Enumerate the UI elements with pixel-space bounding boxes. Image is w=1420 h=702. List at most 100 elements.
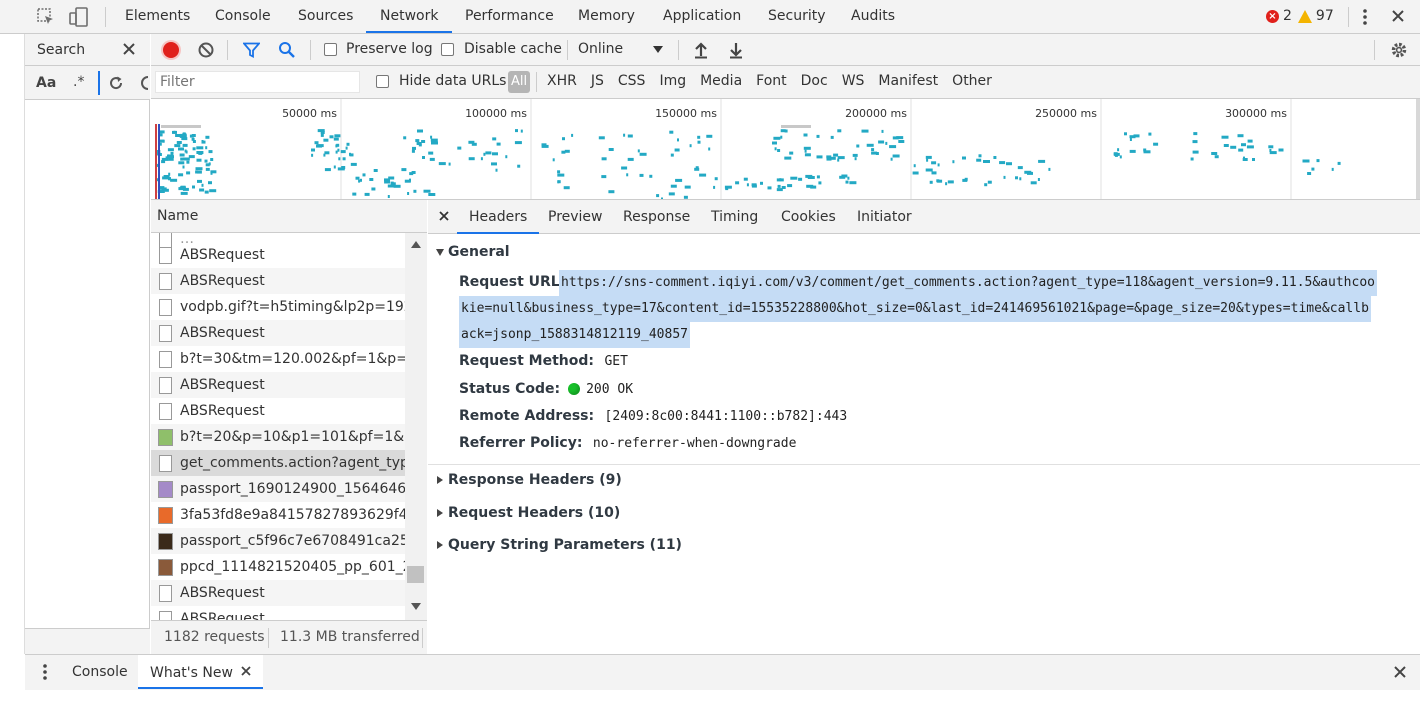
drawer-tab-console[interactable]: Console: [72, 664, 128, 680]
waterfall-dot: [852, 153, 858, 157]
scrollbar-thumb[interactable]: [407, 566, 424, 583]
filter-type-all[interactable]: All: [508, 71, 530, 93]
import-har-icon[interactable]: [693, 41, 709, 59]
table-row[interactable]: ABSRequest: [151, 606, 405, 620]
table-row[interactable]: get_comments.action?agent_type.: [151, 450, 405, 476]
table-row[interactable]: b?t=20&p=10&p1=101&pf=1&pa: [151, 424, 405, 450]
drawer-menu-icon[interactable]: [43, 664, 47, 680]
clear-search-icon[interactable]: [140, 75, 150, 91]
tab-application[interactable]: Application: [663, 0, 741, 33]
disable-cache-checkbox[interactable]: [441, 43, 454, 56]
table-row[interactable]: b?t=30&tm=120.002&pf=1&p=10: [151, 346, 405, 372]
waterfall-dot: [945, 182, 948, 186]
general-section-toggle[interactable]: General: [436, 244, 510, 260]
request-headers-toggle[interactable]: Request Headers (10): [437, 505, 620, 521]
waterfall-dot: [314, 141, 319, 145]
table-row[interactable]: ABSRequest: [151, 580, 405, 606]
filter-type-js[interactable]: JS: [591, 73, 604, 89]
close-detail-icon[interactable]: [438, 210, 450, 222]
tab-elements[interactable]: Elements: [125, 0, 190, 33]
waterfall-dot: [1247, 139, 1253, 143]
table-row[interactable]: passport_c5f96c7e6708491ca2529: [151, 528, 405, 554]
filter-type-ws[interactable]: WS: [842, 73, 865, 89]
tab-performance[interactable]: Performance: [465, 0, 554, 33]
status-code-row: Status Code: 200 OK: [459, 381, 633, 397]
tab-cookies[interactable]: Cookies: [781, 200, 836, 234]
table-row[interactable]: 3fa53fd8e9a84157827893629f472: [151, 502, 405, 528]
scroll-up-icon[interactable]: [411, 241, 421, 248]
filter-type-other[interactable]: Other: [952, 73, 992, 89]
throttling-dropdown-icon[interactable]: [653, 46, 663, 53]
match-case-toggle[interactable]: Aa: [36, 75, 56, 91]
more-options-icon[interactable]: [1357, 6, 1373, 28]
tab-preview[interactable]: Preview: [548, 200, 603, 234]
tab-initiator[interactable]: Initiator: [857, 200, 912, 234]
search-panel: Search Aa .*: [25, 34, 150, 654]
table-row[interactable]: passport_1690124900_156464682.: [151, 476, 405, 502]
name-column-header[interactable]: Name: [157, 208, 198, 224]
table-row[interactable]: ppcd_1114821520405_pp_601_270: [151, 554, 405, 580]
tab-timing[interactable]: Timing: [711, 200, 758, 234]
tab-console[interactable]: Console: [215, 0, 271, 33]
table-row[interactable]: ABSRequest: [151, 372, 405, 398]
tab-headers[interactable]: Headers: [457, 200, 540, 234]
table-row[interactable]: ABSRequest: [151, 268, 405, 294]
device-toolbar-icon[interactable]: [68, 6, 90, 28]
filter-type-manifest[interactable]: Manifest: [878, 73, 938, 89]
remote-address-value: [2409:8c00:8441:1100::b782]:443: [604, 409, 848, 424]
request-url-line-3[interactable]: ack=jsonp_1588314812119_40857: [459, 322, 690, 348]
request-list-scrollbar[interactable]: [405, 233, 427, 620]
hide-data-urls-checkbox[interactable]: [376, 75, 389, 88]
search-icon[interactable]: [278, 41, 296, 59]
close-devtools-icon[interactable]: [1390, 8, 1406, 24]
waterfall-dot: [805, 174, 813, 178]
close-search-icon[interactable]: [122, 42, 136, 56]
filter-type-img[interactable]: Img: [659, 73, 686, 89]
response-headers-toggle[interactable]: Response Headers (9): [437, 472, 622, 488]
filter-type-media[interactable]: Media: [700, 73, 742, 89]
close-drawer-icon[interactable]: [1393, 665, 1407, 679]
query-string-toggle[interactable]: Query String Parameters (11): [437, 537, 682, 553]
request-url-line-1[interactable]: https://sns-comment.iqiyi.com/v3/comment…: [559, 270, 1377, 296]
tab-network[interactable]: Network: [366, 0, 453, 33]
overview-scroll-handle[interactable]: [1416, 99, 1420, 199]
regex-toggle[interactable]: .*: [73, 74, 84, 90]
waterfall-dot: [205, 167, 210, 171]
tab-audits[interactable]: Audits: [851, 0, 895, 33]
tab-security[interactable]: Security: [768, 0, 826, 33]
issues-counter[interactable]: × 2 97: [1266, 8, 1334, 24]
waterfall-dot: [346, 142, 350, 146]
table-row[interactable]: ABSRequest: [151, 242, 405, 268]
filter-icon[interactable]: [243, 42, 260, 58]
refresh-search-icon[interactable]: [107, 74, 125, 92]
table-row[interactable]: ABSRequest: [151, 398, 405, 424]
request-url-line-2[interactable]: kie=null&business_type=17&content_id=155…: [459, 296, 1371, 322]
close-tab-icon[interactable]: [241, 664, 252, 680]
tab-response[interactable]: Response: [623, 200, 690, 234]
throttling-select[interactable]: Online: [578, 41, 623, 57]
export-har-icon[interactable]: [728, 41, 744, 59]
filter-type-css[interactable]: CSS: [618, 73, 646, 89]
preserve-log-checkbox[interactable]: [324, 43, 337, 56]
search-title[interactable]: Search: [37, 42, 85, 58]
filter-type-xhr[interactable]: XHR: [547, 73, 577, 89]
filter-type-font[interactable]: Font: [756, 73, 786, 89]
waterfall-dot: [854, 157, 857, 161]
waterfall-dot: [571, 133, 574, 137]
scroll-down-icon[interactable]: [411, 603, 421, 610]
tab-memory[interactable]: Memory: [578, 0, 635, 33]
clear-icon[interactable]: [198, 42, 214, 58]
table-row[interactable]: ABSRequest: [151, 320, 405, 346]
inspect-element-icon[interactable]: [36, 7, 56, 27]
tab-sources[interactable]: Sources: [298, 0, 353, 33]
waterfall-dot: [182, 143, 188, 147]
filter-input[interactable]: [156, 72, 351, 92]
filter-type-doc[interactable]: Doc: [801, 73, 828, 89]
drawer-tab-whats-new[interactable]: What's New: [138, 655, 264, 689]
waterfall-dot: [179, 133, 187, 137]
network-settings-gear-icon[interactable]: [1390, 41, 1408, 59]
network-overview-timeline[interactable]: 50000 ms 100000 ms 150000 ms 200000 ms 25000…: [151, 99, 1420, 200]
table-row[interactable]: vodpb.gif?t=h5timing&lp2p=1921: [151, 294, 405, 320]
record-button-icon[interactable]: [163, 42, 179, 58]
waterfall-dot: [803, 146, 811, 150]
